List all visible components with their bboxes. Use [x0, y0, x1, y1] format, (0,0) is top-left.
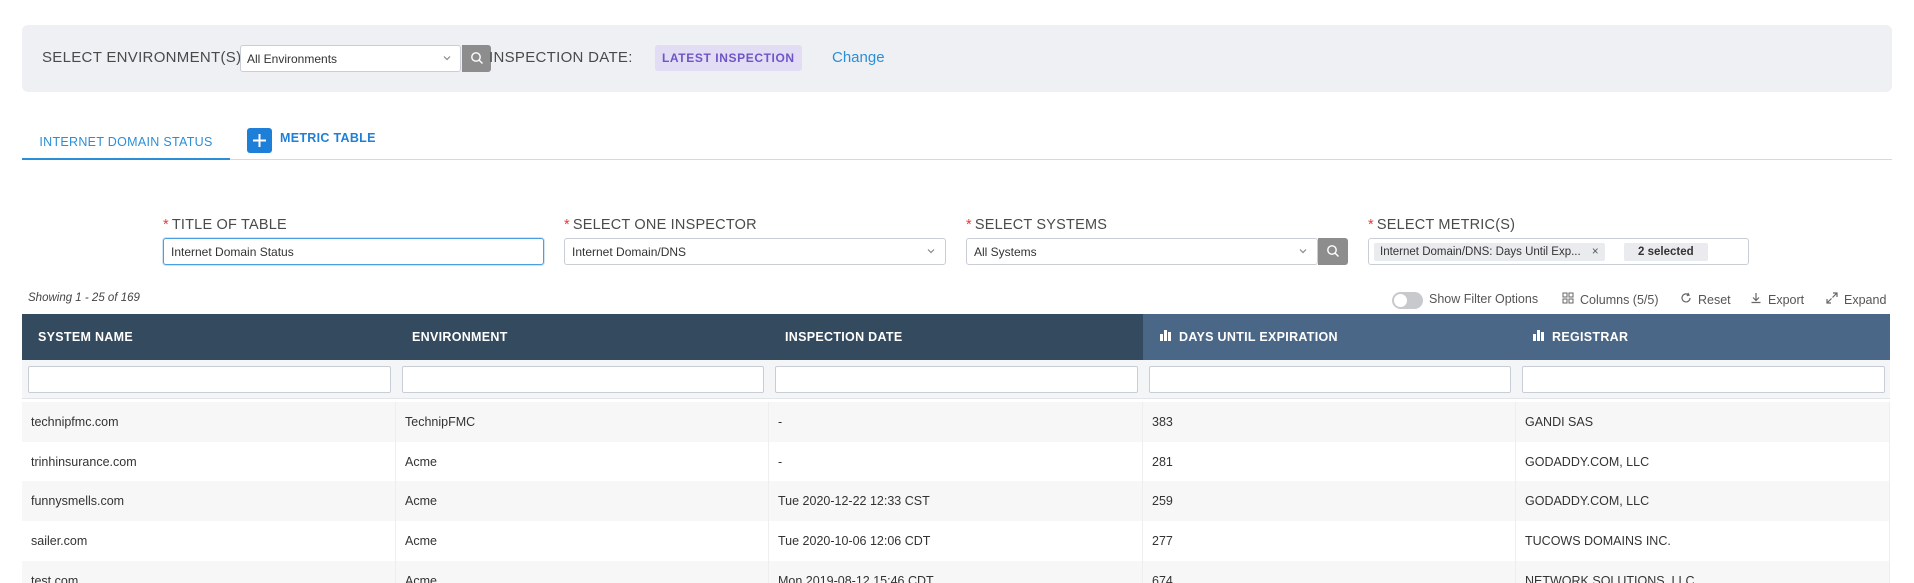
- download-icon: [1750, 292, 1762, 307]
- chevron-down-icon: [442, 52, 452, 66]
- expand-button[interactable]: Expand: [1826, 292, 1886, 307]
- columns-button[interactable]: Columns (5/5): [1562, 292, 1659, 307]
- column-header-system-name[interactable]: SYSTEM NAME: [22, 314, 396, 360]
- column-header-inspection-date[interactable]: INSPECTION DATE: [769, 314, 1143, 360]
- filter-inspection-date-input[interactable]: [775, 366, 1138, 393]
- cell-registrar: GODADDY.COM, LLC: [1516, 481, 1890, 521]
- table-row[interactable]: trinhinsurance.com Acme - 281 GODADDY.CO…: [22, 442, 1890, 482]
- bar-chart-icon: [1159, 314, 1172, 360]
- change-inspection-link[interactable]: Change: [832, 49, 885, 66]
- table-row[interactable]: test.com Acme Mon 2019-08-12 15:46 CDT 6…: [22, 561, 1890, 583]
- tab-bar-divider: [22, 159, 1892, 160]
- expand-icon: [1826, 292, 1838, 307]
- grid-icon: [1562, 292, 1574, 307]
- filter-days-until-expiration-input[interactable]: [1149, 366, 1511, 393]
- cell-system-name: funnysmells.com: [22, 481, 396, 521]
- cell-registrar: GANDI SAS: [1516, 402, 1890, 442]
- cell-days-until-expiration: 259: [1143, 481, 1516, 521]
- cell-inspection-date: Mon 2019-08-12 15:46 CDT: [769, 561, 1143, 583]
- select-inspector-label: * SELECT ONE INSPECTOR: [564, 217, 757, 233]
- close-icon[interactable]: ×: [1592, 246, 1599, 258]
- cell-inspection-date: Tue 2020-10-06 12:06 CDT: [769, 521, 1143, 561]
- table-row[interactable]: sailer.com Acme Tue 2020-10-06 12:06 CDT…: [22, 521, 1890, 561]
- cell-system-name: sailer.com: [22, 521, 396, 561]
- filter-options-toggle[interactable]: [1392, 292, 1423, 309]
- table-filter-row: [22, 360, 1890, 399]
- cell-registrar: TUCOWS DOMAINS INC.: [1516, 521, 1890, 561]
- cell-environment: TechnipFMC: [396, 402, 769, 442]
- systems-search-button[interactable]: [1318, 238, 1348, 265]
- export-label: Export: [1768, 292, 1805, 307]
- latest-inspection-badge: LATEST INSPECTION: [655, 45, 802, 71]
- title-of-table-label: * TITLE OF TABLE: [163, 217, 287, 233]
- column-header-environment[interactable]: ENVIRONMENT: [396, 314, 769, 360]
- plus-icon[interactable]: [247, 128, 272, 153]
- cell-system-name: technipfmc.com: [22, 402, 396, 442]
- title-of-table-value: Internet Domain Status: [171, 245, 294, 259]
- cell-environment: Acme: [396, 521, 769, 561]
- systems-select-value: All Systems: [974, 245, 1037, 259]
- filter-environment-input[interactable]: [402, 366, 764, 393]
- reset-label: Reset: [1698, 292, 1731, 307]
- chevron-down-icon: [926, 245, 936, 259]
- selected-count-badge: 2 selected: [1624, 243, 1708, 261]
- environment-select[interactable]: All Environments: [240, 45, 461, 72]
- environment-bar: SELECT ENVIRONMENT(S): All Environments …: [22, 25, 1892, 92]
- metrics-multiselect[interactable]: Internet Domain/DNS: Days Until Exp... ×…: [1368, 238, 1749, 265]
- cell-inspection-date: -: [769, 442, 1143, 482]
- expand-label: Expand: [1844, 292, 1887, 307]
- metric-chip: Internet Domain/DNS: Days Until Exp... ×: [1374, 243, 1605, 261]
- refresh-icon: [1680, 292, 1692, 307]
- systems-select[interactable]: All Systems: [966, 238, 1318, 265]
- select-environment-label: SELECT ENVIRONMENT(S):: [42, 49, 246, 66]
- add-metric-table-tab[interactable]: METRIC TABLE: [280, 131, 376, 145]
- columns-label: Columns (5/5): [1580, 292, 1659, 307]
- chevron-down-icon: [1298, 245, 1308, 259]
- metric-chip-label: Internet Domain/DNS: Days Until Exp...: [1380, 246, 1581, 258]
- table-header: SYSTEM NAME ENVIRONMENT INSPECTION DATE …: [22, 314, 1890, 360]
- cell-registrar: NETWORK SOLUTIONS, LLC: [1516, 561, 1890, 583]
- environment-select-value: All Environments: [247, 52, 338, 66]
- filter-options-label: Show Filter Options: [1429, 292, 1539, 306]
- environment-search-button[interactable]: [462, 45, 491, 72]
- column-header-days-until-expiration[interactable]: DAYS UNTIL EXPIRATION: [1143, 314, 1516, 360]
- cell-environment: Acme: [396, 481, 769, 521]
- cell-environment: Acme: [396, 442, 769, 482]
- cell-days-until-expiration: 674: [1143, 561, 1516, 583]
- cell-days-until-expiration: 277: [1143, 521, 1516, 561]
- cell-system-name: test.com: [22, 561, 396, 583]
- cell-system-name: trinhinsurance.com: [22, 442, 396, 482]
- table-row[interactable]: funnysmells.com Acme Tue 2020-12-22 12:3…: [22, 481, 1890, 521]
- bar-chart-icon: [1532, 314, 1545, 360]
- inspector-select[interactable]: Internet Domain/DNS: [564, 238, 946, 265]
- search-icon: [1326, 244, 1340, 263]
- cell-inspection-date: -: [769, 402, 1143, 442]
- inspection-date-label: INSPECTION DATE:: [489, 49, 633, 66]
- cell-days-until-expiration: 383: [1143, 402, 1516, 442]
- cell-days-until-expiration: 281: [1143, 442, 1516, 482]
- export-button[interactable]: Export: [1750, 292, 1804, 307]
- filter-registrar-input[interactable]: [1522, 366, 1885, 393]
- pagination-summary: Showing 1 - 25 of 169: [28, 292, 140, 304]
- column-header-registrar[interactable]: REGISTRAR: [1516, 314, 1890, 360]
- select-metrics-label: * SELECT METRIC(S): [1368, 217, 1516, 233]
- inspector-select-value: Internet Domain/DNS: [572, 245, 687, 259]
- title-of-table-input[interactable]: Internet Domain Status: [163, 238, 544, 265]
- cell-environment: Acme: [396, 561, 769, 583]
- filter-system-name-input[interactable]: [28, 366, 391, 393]
- cell-inspection-date: Tue 2020-12-22 12:33 CST: [769, 481, 1143, 521]
- cell-registrar: GODADDY.COM, LLC: [1516, 442, 1890, 482]
- table-row[interactable]: technipfmc.com TechnipFMC - 383 GANDI SA…: [22, 402, 1890, 442]
- select-systems-label: * SELECT SYSTEMS: [966, 217, 1108, 233]
- reset-button[interactable]: Reset: [1680, 292, 1731, 307]
- tab-internet-domain-status[interactable]: INTERNET DOMAIN STATUS: [22, 124, 230, 160]
- search-icon: [470, 51, 484, 70]
